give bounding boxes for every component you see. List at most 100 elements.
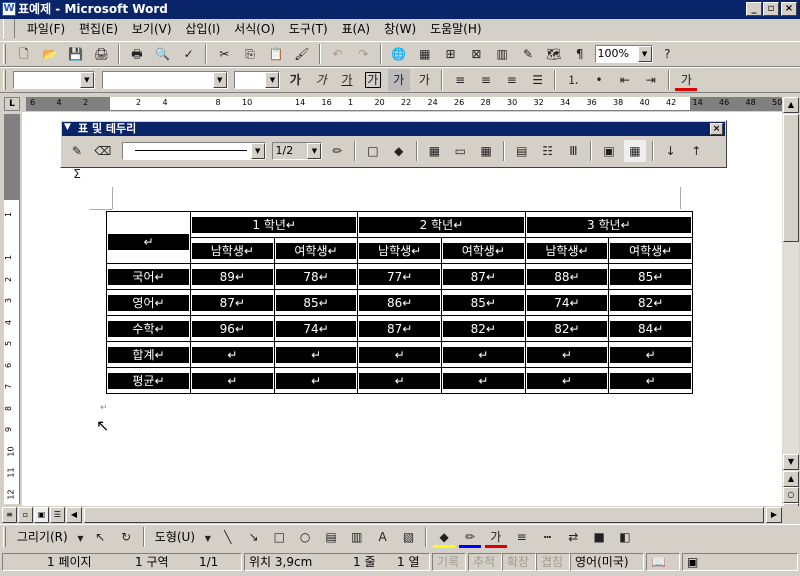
chevron-down-icon[interactable]: ▼ — [75, 528, 85, 550]
italic-button[interactable]: 가 — [310, 69, 332, 91]
insert-table-icon[interactable]: ⊞ — [440, 43, 462, 65]
hyperlink-icon[interactable]: 🌐 — [388, 43, 410, 65]
save-icon[interactable]: 💾 — [64, 43, 86, 65]
line-style-icon[interactable]: ≡ — [511, 526, 533, 548]
scroll-up-button[interactable]: ▲ — [783, 97, 799, 113]
close-button[interactable]: × — [781, 2, 797, 16]
wordart-icon[interactable]: A — [372, 526, 394, 548]
outline-view-button[interactable]: ☰ — [50, 507, 65, 523]
menu-file[interactable]: 파일(F) — [22, 19, 70, 40]
normal-view-button[interactable]: ≡ — [2, 507, 17, 523]
copy-icon[interactable]: ⎘ — [239, 43, 261, 65]
line-icon[interactable]: ╲ — [217, 526, 239, 548]
show-gridlines-icon[interactable]: ▦ — [623, 140, 646, 162]
draw-menu-button[interactable]: 그리기(R) — [13, 525, 72, 549]
new-document-icon[interactable]: 🗋 — [13, 43, 35, 65]
sub-header-cell[interactable]: 남학생↵ — [357, 237, 442, 264]
score-cell[interactable]: ↵ — [357, 341, 442, 368]
outside-border-icon[interactable]: □ — [362, 140, 384, 162]
row-label-cell[interactable]: 합계↵ — [106, 341, 191, 368]
chevron-down-icon[interactable]: ▼ — [203, 528, 213, 550]
sub-header-cell[interactable]: 여학생↵ — [608, 237, 693, 264]
help-icon[interactable]: ? — [656, 43, 678, 65]
row-label-cell[interactable]: 수학↵ — [106, 315, 191, 342]
numbering-icon[interactable]: ⒈ — [562, 69, 584, 91]
print-layout-button[interactable]: ▣ — [34, 507, 49, 523]
draw-table-icon[interactable]: ✎ — [66, 140, 88, 162]
bullets-icon[interactable]: • — [588, 69, 610, 91]
align-right-icon[interactable]: ≡ — [501, 69, 523, 91]
menu-table[interactable]: 표(A) — [337, 19, 376, 40]
columns-icon[interactable]: ▥ — [491, 43, 513, 65]
tables-toolbar-close-button[interactable]: × — [710, 123, 723, 135]
text-box-icon[interactable]: ▤ — [320, 526, 342, 548]
distribute-columns-icon[interactable]: Ⅲ — [562, 140, 584, 162]
score-cell[interactable]: 82↵ — [608, 289, 693, 316]
score-cell[interactable]: 87↵ — [440, 263, 526, 290]
score-cell[interactable]: 87↵ — [190, 289, 275, 316]
score-cell[interactable]: ↵ — [190, 341, 275, 368]
fill-color-icon[interactable]: ◆ — [433, 526, 456, 548]
line-color-icon[interactable]: ✏ — [458, 526, 481, 548]
toolbar-menu-icon[interactable]: ▼ — [64, 122, 71, 132]
arrow-icon[interactable]: ↘ — [243, 526, 265, 548]
distribute-rows-icon[interactable]: ☷ — [537, 140, 559, 162]
3d-icon[interactable]: ◧ — [614, 526, 636, 548]
score-cell[interactable]: 85↵ — [273, 289, 359, 316]
menu-view[interactable]: 보기(V) — [127, 19, 177, 40]
score-cell[interactable]: ↵ — [273, 367, 359, 394]
merge-cells-icon[interactable]: ▭ — [449, 140, 471, 162]
score-cell[interactable]: 86↵ — [357, 289, 442, 316]
menu-window[interactable]: 창(W) — [379, 19, 421, 40]
score-cell[interactable]: 78↵ — [273, 263, 359, 290]
tab-selector[interactable]: L — [4, 97, 20, 111]
web-layout-button[interactable]: ▫ — [18, 507, 33, 523]
score-cell[interactable]: ↵ — [608, 341, 693, 368]
restore-button[interactable]: ▫ — [763, 2, 779, 16]
menu-insert[interactable]: 삽입(I) — [180, 19, 225, 40]
score-cell[interactable]: ↵ — [440, 367, 526, 394]
vertical-ruler[interactable]: 1 1 2 3 4 5 6 7 8 9 10 11 12 — [4, 114, 20, 504]
score-cell[interactable]: 82↵ — [440, 315, 526, 342]
border-color-icon[interactable]: ✏ — [326, 140, 348, 162]
permission-icon[interactable]: 🖨 — [90, 43, 112, 65]
paste-icon[interactable]: 📋 — [265, 43, 287, 65]
horizontal-scroll-thumb[interactable] — [84, 507, 764, 523]
scroll-thumb[interactable] — [783, 114, 799, 242]
autoshapes-menu-button[interactable]: 도형(U) — [151, 525, 199, 549]
score-cell[interactable]: ↵ — [357, 367, 442, 394]
status-track[interactable]: 추적 — [468, 553, 502, 571]
row-label-cell[interactable]: 국어↵ — [106, 263, 191, 290]
style-select[interactable]: ▼ — [12, 71, 95, 89]
select-objects-icon[interactable]: ↖ — [89, 526, 111, 548]
insert-table-icon[interactable]: ▦ — [423, 140, 445, 162]
shadow-icon[interactable]: ■ — [588, 526, 610, 548]
font-select[interactable]: ▼ — [101, 71, 228, 89]
status-language[interactable]: 영어(미국) — [570, 553, 644, 571]
sub-header-cell[interactable]: 남학생↵ — [190, 237, 275, 264]
scroll-right-button[interactable]: ▶ — [766, 507, 782, 523]
horizontal-ruler[interactable]: 6 4 2 2 4 8 10 14 16 1 20 22 24 26 28 30 32 34 36 38 40 42 14 4… — [26, 97, 782, 111]
score-cell[interactable]: 74↵ — [524, 289, 610, 316]
format-painter-icon[interactable]: 🖌 — [291, 43, 313, 65]
arrow-style-icon[interactable]: ⇄ — [562, 526, 584, 548]
shading-color-icon[interactable]: ◆ — [388, 140, 410, 162]
sub-header-cell[interactable]: 여학생↵ — [273, 237, 359, 264]
menu-help[interactable]: 도움말(H) — [425, 19, 487, 40]
scroll-left-button[interactable]: ◀ — [66, 507, 82, 523]
grade-3-header[interactable]: 3 학년↵ — [524, 211, 694, 238]
free-rotate-icon[interactable]: ↻ — [115, 526, 137, 548]
char-border-button[interactable]: 가 — [362, 69, 384, 91]
char-scale-button[interactable]: 가 — [413, 69, 435, 91]
table-autoformat-icon[interactable]: ▣ — [598, 140, 620, 162]
align-icon[interactable]: ▤ — [511, 140, 533, 162]
score-cell[interactable]: ↵ — [524, 367, 610, 394]
score-cell[interactable]: 96↵ — [190, 315, 275, 342]
score-cell[interactable]: 77↵ — [357, 263, 442, 290]
score-cell[interactable]: 84↵ — [608, 315, 693, 342]
line-style-select[interactable]: ▼ — [121, 142, 266, 160]
score-cell[interactable]: ↵ — [273, 341, 359, 368]
spelling-icon[interactable]: ✓ — [178, 43, 200, 65]
zoom-select[interactable]: 100% ▼ — [594, 45, 653, 63]
status-overtype[interactable]: 겹침 — [536, 553, 570, 571]
